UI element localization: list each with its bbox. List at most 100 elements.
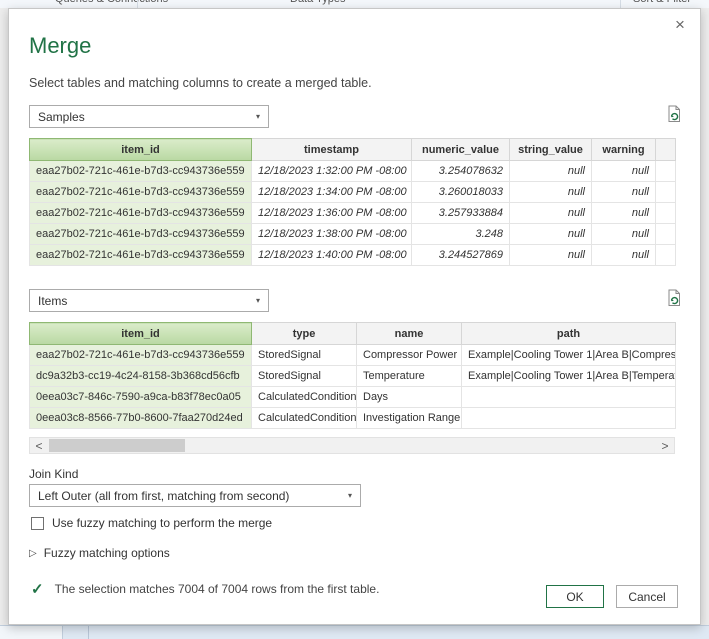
cell-path[interactable]: Example|Cooling Tower 1|Area B|Temperat bbox=[462, 366, 676, 387]
horizontal-scrollbar[interactable]: < > bbox=[29, 437, 675, 454]
table-row: eaa27b02-721c-461e-b7d3-cc943736e559 Sto… bbox=[30, 345, 676, 366]
cell-string-value[interactable]: null bbox=[510, 161, 592, 182]
cell-item-id[interactable]: 0eea03c7-846c-7590-a9ca-b83f78ec0a05 bbox=[30, 387, 252, 408]
ribbon-group-sort-filter: Sort & Filter bbox=[633, 0, 691, 5]
scrollbar-thumb[interactable] bbox=[49, 439, 185, 452]
header-row: item_id type name path bbox=[30, 323, 676, 345]
table-row: eaa27b02-721c-461e-b7d3-cc943736e559 12/… bbox=[30, 224, 676, 245]
column-header-path[interactable]: path bbox=[462, 323, 676, 345]
cell-item-id[interactable]: eaa27b02-721c-461e-b7d3-cc943736e559 bbox=[30, 161, 252, 182]
cell-timestamp[interactable]: 12/18/2023 1:38:00 PM -08:00 bbox=[252, 224, 412, 245]
refresh-preview-icon[interactable] bbox=[664, 104, 684, 124]
cell-filler bbox=[656, 245, 676, 266]
cell-timestamp[interactable]: 12/18/2023 1:40:00 PM -08:00 bbox=[252, 245, 412, 266]
cell-string-value[interactable]: null bbox=[510, 224, 592, 245]
column-header-name[interactable]: name bbox=[357, 323, 462, 345]
ribbon-separator bbox=[137, 0, 138, 8]
table-row: eaa27b02-721c-461e-b7d3-cc943736e559 12/… bbox=[30, 182, 676, 203]
cell-item-id[interactable]: eaa27b02-721c-461e-b7d3-cc943736e559 bbox=[30, 345, 252, 366]
cell-filler bbox=[656, 161, 676, 182]
cell-path[interactable] bbox=[462, 408, 676, 429]
column-header-filler bbox=[656, 139, 676, 161]
cell-warning[interactable]: null bbox=[592, 224, 656, 245]
cell-name[interactable]: Days bbox=[357, 387, 462, 408]
cell-filler bbox=[656, 224, 676, 245]
fuzzy-matching-checkbox-row[interactable]: Use fuzzy matching to perform the merge bbox=[31, 516, 272, 530]
chevron-down-icon: ▾ bbox=[248, 296, 260, 305]
cell-numeric-value[interactable]: 3.260018033 bbox=[412, 182, 510, 203]
cell-numeric-value[interactable]: 3.244527869 bbox=[412, 245, 510, 266]
cell-type[interactable]: CalculatedCondition bbox=[252, 387, 357, 408]
column-header-string-value[interactable]: string_value bbox=[510, 139, 592, 161]
cell-string-value[interactable]: null bbox=[510, 182, 592, 203]
excel-window: Queries & Connections Data Types Sort & … bbox=[0, 0, 709, 639]
cell-item-id[interactable]: 0eea03c8-8566-77b0-8600-7faa270d24ed bbox=[30, 408, 252, 429]
close-icon[interactable]: × bbox=[669, 14, 691, 36]
cell-warning[interactable]: null bbox=[592, 182, 656, 203]
first-table-select[interactable]: Samples ▾ bbox=[29, 105, 269, 128]
ok-button[interactable]: OK bbox=[546, 585, 604, 608]
cell-numeric-value[interactable]: 3.254078632 bbox=[412, 161, 510, 182]
cell-timestamp[interactable]: 12/18/2023 1:36:00 PM -08:00 bbox=[252, 203, 412, 224]
check-icon: ✓ bbox=[31, 580, 44, 598]
chevron-down-icon: ▾ bbox=[340, 491, 352, 500]
scroll-left-icon[interactable]: < bbox=[30, 438, 48, 453]
refresh-preview-icon[interactable] bbox=[664, 288, 684, 308]
column-header-type[interactable]: type bbox=[252, 323, 357, 345]
cell-path[interactable] bbox=[462, 387, 676, 408]
column-header-numeric-value[interactable]: numeric_value bbox=[412, 139, 510, 161]
cell-name[interactable]: Temperature bbox=[357, 366, 462, 387]
selection-status: ✓ The selection matches 7004 of 7004 row… bbox=[31, 580, 379, 598]
join-kind-label: Join Kind bbox=[29, 467, 78, 481]
ribbon-group-queries-connections: Queries & Connections bbox=[55, 0, 168, 5]
cell-timestamp[interactable]: 12/18/2023 1:32:00 PM -08:00 bbox=[252, 161, 412, 182]
cell-item-id[interactable]: eaa27b02-721c-461e-b7d3-cc943736e559 bbox=[30, 182, 252, 203]
join-kind-select-value: Left Outer (all from first, matching fro… bbox=[38, 489, 289, 503]
cell-item-id[interactable]: eaa27b02-721c-461e-b7d3-cc943736e559 bbox=[30, 203, 252, 224]
cell-item-id[interactable]: dc9a32b3-cc19-4c24-8158-3b368cd56cfb bbox=[30, 366, 252, 387]
sheet-corner bbox=[0, 626, 63, 639]
cell-type[interactable]: StoredSignal bbox=[252, 366, 357, 387]
cell-warning[interactable]: null bbox=[592, 245, 656, 266]
dialog-title: Merge bbox=[29, 33, 91, 59]
cell-path[interactable]: Example|Cooling Tower 1|Area B|Compress bbox=[462, 345, 676, 366]
cell-item-id[interactable]: eaa27b02-721c-461e-b7d3-cc943736e559 bbox=[30, 245, 252, 266]
scrollbar-track[interactable] bbox=[48, 438, 656, 453]
cell-filler bbox=[656, 203, 676, 224]
cell-numeric-value[interactable]: 3.248 bbox=[412, 224, 510, 245]
second-table-select[interactable]: Items ▾ bbox=[29, 289, 269, 312]
fuzzy-matching-checkbox[interactable] bbox=[31, 517, 44, 530]
table-row: eaa27b02-721c-461e-b7d3-cc943736e559 12/… bbox=[30, 245, 676, 266]
header-row: item_id timestamp numeric_value string_v… bbox=[30, 139, 676, 161]
cell-string-value[interactable]: null bbox=[510, 203, 592, 224]
cell-numeric-value[interactable]: 3.257933884 bbox=[412, 203, 510, 224]
cell-string-value[interactable]: null bbox=[510, 245, 592, 266]
fuzzy-options-expander[interactable]: ▷ Fuzzy matching options bbox=[29, 546, 170, 560]
expander-triangle-icon: ▷ bbox=[29, 548, 37, 559]
cancel-button[interactable]: Cancel bbox=[616, 585, 678, 608]
second-table-preview: item_id type name path eaa27b02-721c-461… bbox=[29, 322, 676, 429]
column-header-item-id[interactable]: item_id bbox=[30, 139, 252, 161]
ribbon-group-data-types: Data Types bbox=[290, 0, 345, 5]
fuzzy-matching-checkbox-label: Use fuzzy matching to perform the merge bbox=[52, 516, 272, 530]
cell-warning[interactable]: null bbox=[592, 161, 656, 182]
first-table-preview: item_id timestamp numeric_value string_v… bbox=[29, 138, 676, 266]
cell-timestamp[interactable]: 12/18/2023 1:34:00 PM -08:00 bbox=[252, 182, 412, 203]
cell-type[interactable]: CalculatedCondition bbox=[252, 408, 357, 429]
column-header-timestamp[interactable]: timestamp bbox=[252, 139, 412, 161]
join-kind-select[interactable]: Left Outer (all from first, matching fro… bbox=[29, 484, 361, 507]
cell-type[interactable]: StoredSignal bbox=[252, 345, 357, 366]
excel-sheet-strip bbox=[0, 625, 709, 639]
column-header-warning[interactable]: warning bbox=[592, 139, 656, 161]
cell-name[interactable]: Investigation Range bbox=[357, 408, 462, 429]
selection-status-message: The selection matches 7004 of 7004 rows … bbox=[55, 582, 380, 596]
scroll-right-icon[interactable]: > bbox=[656, 438, 674, 453]
excel-ribbon-strip: Queries & Connections Data Types Sort & … bbox=[0, 0, 709, 8]
cell-item-id[interactable]: eaa27b02-721c-461e-b7d3-cc943736e559 bbox=[30, 224, 252, 245]
table-row: 0eea03c8-8566-77b0-8600-7faa270d24ed Cal… bbox=[30, 408, 676, 429]
cell-warning[interactable]: null bbox=[592, 203, 656, 224]
column-header-item-id[interactable]: item_id bbox=[30, 323, 252, 345]
cell-name[interactable]: Compressor Power bbox=[357, 345, 462, 366]
table-row: eaa27b02-721c-461e-b7d3-cc943736e559 12/… bbox=[30, 203, 676, 224]
second-table-select-value: Items bbox=[38, 294, 67, 308]
